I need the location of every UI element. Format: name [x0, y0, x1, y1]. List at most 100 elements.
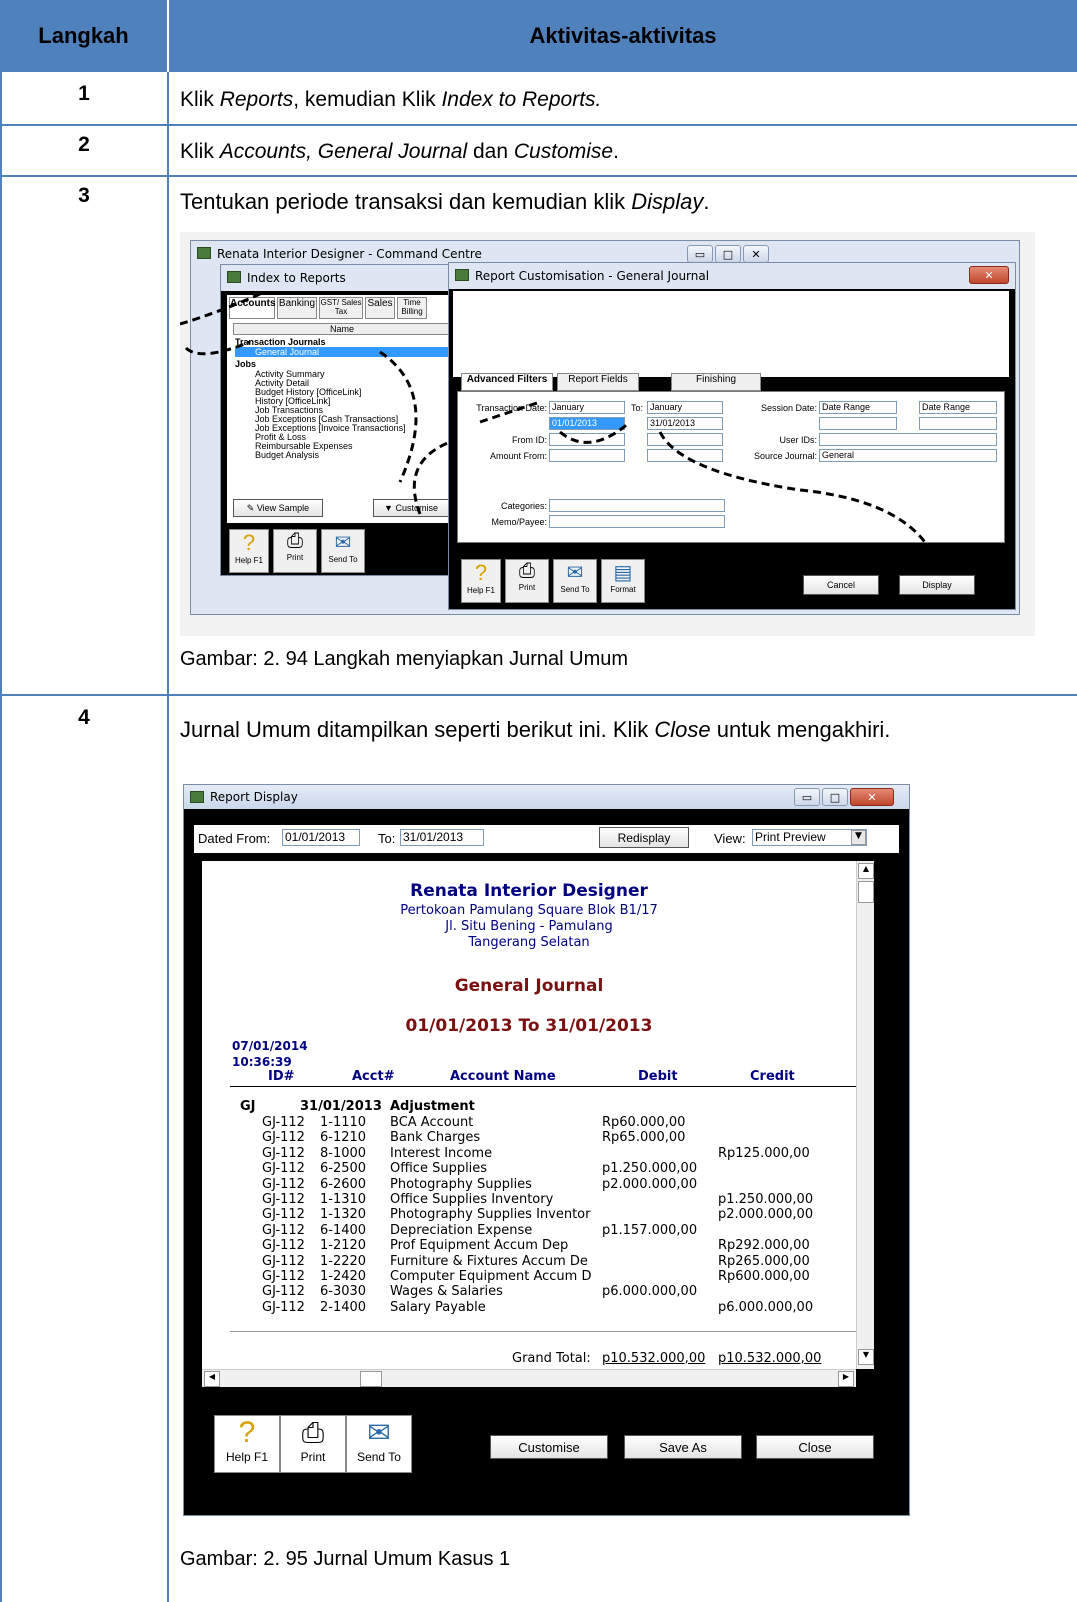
report-title: General Journal	[454, 976, 604, 996]
view-select[interactable]: Print Preview	[752, 829, 867, 846]
report-page: Renata Interior Designer Pertokoan Pamul…	[202, 861, 856, 1369]
entry-acct: 8-1000	[320, 1145, 367, 1161]
entry-name: BCA Account	[390, 1115, 474, 1130]
journal-memo: Adjustment	[390, 1099, 475, 1114]
scroll-left-icon[interactable]: ◀	[204, 1371, 220, 1387]
company-address-2: Jl. Situ Bening - Pamulang	[445, 919, 613, 934]
col-header-id: ID#	[268, 1069, 295, 1084]
view-label: View:	[714, 831, 746, 846]
entry-id: GJ-112	[262, 1115, 305, 1130]
window-close-button[interactable]: ✕	[850, 788, 894, 806]
entry-name: Furniture & Fixtures Accum De	[390, 1253, 588, 1269]
vertical-scrollbar[interactable]: ▲ ▼	[856, 861, 874, 1369]
send-to-button[interactable]: ✉ Send To	[346, 1415, 412, 1473]
dated-to-label: To:	[378, 831, 396, 846]
entry-id: GJ-112	[262, 1299, 305, 1315]
entry-id: GJ-112	[262, 1269, 305, 1284]
entry-acct: 6-1210	[320, 1130, 367, 1146]
maximize-button[interactable]: □	[822, 788, 848, 806]
entry-name: Computer Equipment Accum D	[390, 1269, 592, 1284]
entry-name: Prof Equipment Accum Dep	[390, 1238, 569, 1254]
entry-acct: 6-2500	[320, 1161, 367, 1177]
entry-debit: p1.250.000,00	[602, 1161, 698, 1177]
grand-total-credit: p10.532.000,00	[718, 1351, 822, 1366]
entry-id: GJ-112	[262, 1192, 305, 1207]
save-as-button[interactable]: Save As	[624, 1435, 742, 1459]
entry-id: GJ-112	[262, 1238, 305, 1254]
header-aktivitas: Aktivitas-aktivitas	[169, 0, 1077, 72]
entry-debit: Rp60.000,00	[602, 1115, 686, 1130]
report-display-title: Report Display	[210, 790, 298, 804]
col-header-acct: Acct#	[352, 1069, 395, 1084]
entry-name: Bank Charges	[390, 1130, 481, 1146]
entry-credit: Rp600.000,00	[718, 1269, 810, 1284]
entry-debit: p6.000.000,00	[602, 1284, 698, 1300]
help-icon: ?	[238, 1416, 256, 1449]
entry-debit: p2.000.000,00	[602, 1176, 698, 1192]
entry-name: Wages & Salaries	[390, 1284, 503, 1300]
dated-from-field[interactable]: 01/01/2013	[282, 829, 360, 846]
entry-acct: 1-1320	[320, 1207, 367, 1223]
horizontal-scroll-thumb[interactable]	[360, 1371, 382, 1387]
entry-credit: p6.000.000,00	[718, 1299, 814, 1315]
entry-credit: Rp265.000,00	[718, 1253, 810, 1269]
entry-acct: 6-1400	[320, 1222, 367, 1238]
help-f1-button[interactable]: ? Help F1	[214, 1415, 280, 1473]
journal-date: 31/01/2013	[300, 1099, 382, 1114]
customise-button[interactable]: Customise	[490, 1435, 608, 1459]
entry-name: Interest Income	[390, 1145, 493, 1161]
entry-id: GJ-112	[262, 1145, 305, 1161]
grand-total-label: Grand Total:	[512, 1351, 591, 1366]
vertical-scroll-thumb[interactable]	[858, 881, 874, 903]
scroll-up-icon[interactable]: ▲	[858, 863, 874, 879]
entry-debit: Rp65.000,00	[602, 1130, 686, 1146]
close-report-button[interactable]: Close	[756, 1435, 874, 1459]
entry-id: GJ-112	[262, 1253, 305, 1269]
col-header-account-name: Account Name	[450, 1069, 556, 1084]
entry-name: Photography Supplies Inventor	[390, 1207, 591, 1223]
step-text-2: Klik Accounts, General Journal dan Custo…	[180, 140, 619, 163]
dated-to-field[interactable]: 31/01/2013	[400, 829, 484, 846]
step-text-3: Tentukan periode transaksi dan kemudian …	[180, 189, 710, 214]
scroll-right-icon[interactable]: ▶	[838, 1371, 854, 1387]
entry-acct: 6-3030	[320, 1284, 367, 1300]
mailbox-icon: ✉	[367, 1417, 391, 1448]
entry-id: GJ-112	[262, 1284, 305, 1300]
redisplay-button[interactable]: Redisplay	[599, 827, 689, 848]
entry-credit: p2.000.000,00	[718, 1207, 814, 1223]
entry-acct: 1-2120	[320, 1238, 367, 1254]
step-text-4: Jurnal Umum ditampilkan seperti berikut …	[180, 717, 891, 742]
table-divider	[167, 72, 169, 1602]
dated-from-label: Dated From:	[198, 831, 271, 846]
figure-caption-1: Gambar: 2. 94 Langkah menyiapkan Jurnal …	[180, 648, 629, 670]
col-header-debit: Debit	[638, 1069, 678, 1084]
total-rule	[230, 1331, 856, 1332]
entry-id: GJ-112	[262, 1222, 305, 1238]
instruction-arrows	[180, 292, 942, 573]
print-button[interactable]: ⎙ Print	[280, 1415, 346, 1473]
report-period: 01/01/2013 To 31/01/2013	[405, 1016, 653, 1036]
entry-id: GJ-112	[262, 1176, 305, 1192]
entry-id: GJ-112	[262, 1161, 305, 1177]
scroll-down-icon[interactable]: ▼	[858, 1349, 874, 1365]
step-text-1: Klik Reports, kemudian Klik Index to Rep…	[180, 88, 602, 111]
report-display-window: Report Display ▭ □ ✕ Dated From: 01/01/2…	[183, 784, 910, 1516]
entry-name: Depreciation Expense	[390, 1222, 533, 1238]
table-border-left	[0, 72, 2, 1602]
print-time: 10:36:39	[232, 1055, 292, 1069]
minimize-button[interactable]: ▭	[794, 788, 820, 806]
col-header-credit: Credit	[750, 1069, 795, 1084]
entry-id: GJ-112	[262, 1130, 305, 1146]
header-rule	[230, 1086, 856, 1087]
entry-acct: 6-2600	[320, 1176, 367, 1192]
print-date: 07/01/2014	[232, 1039, 308, 1053]
view-dropdown-icon[interactable]: ▼	[851, 830, 866, 845]
grand-total-debit: p10.532.000,00	[602, 1351, 706, 1366]
printer-icon: ⎙	[301, 1417, 325, 1448]
entry-name: Office Supplies Inventory	[390, 1192, 554, 1207]
report-display-icon	[190, 791, 204, 803]
entry-credit: p1.250.000,00	[718, 1192, 814, 1207]
entry-acct: 2-1400	[320, 1299, 367, 1315]
horizontal-scrollbar[interactable]: ◀ ▶	[202, 1369, 856, 1387]
entry-credit: Rp125.000,00	[718, 1145, 810, 1161]
